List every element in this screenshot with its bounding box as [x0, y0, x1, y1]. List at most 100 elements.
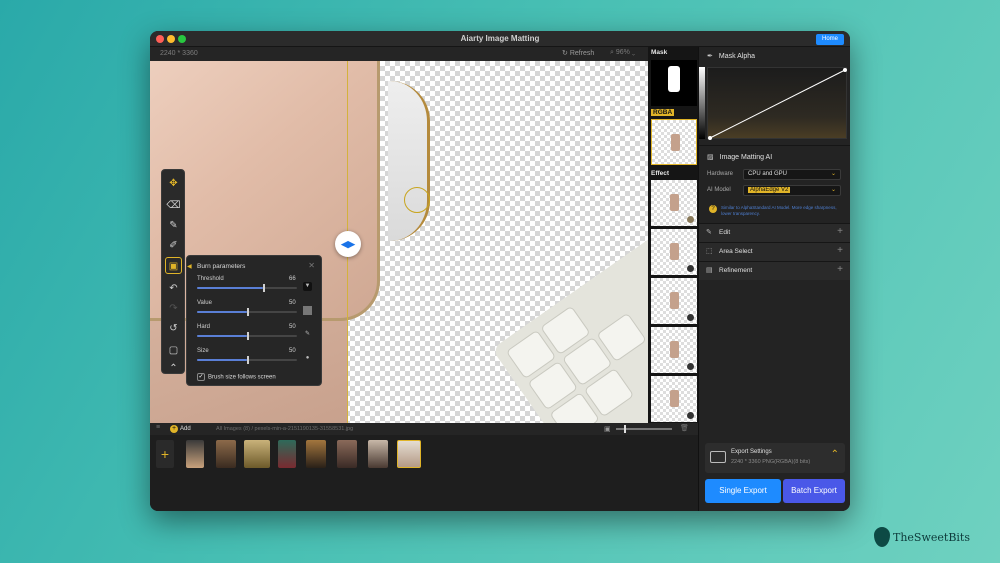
slider-track[interactable]	[197, 308, 297, 316]
chevron-down-icon: ⌄	[830, 187, 836, 193]
redo-icon[interactable]: ↷	[165, 300, 182, 317]
single-export-button[interactable]: Single Export	[705, 479, 781, 503]
undo-icon[interactable]: ↶	[165, 280, 182, 297]
eyedropper-icon[interactable]: ✒	[707, 53, 713, 60]
refresh-label: Refresh	[569, 50, 595, 57]
chevron-down-icon: ⌄	[830, 171, 836, 177]
slider-knob[interactable]	[624, 425, 626, 433]
refresh-icon: ↻	[562, 50, 570, 57]
checkbox-label: Brush size follows screen	[208, 374, 276, 381]
slider-knob[interactable]	[247, 332, 249, 340]
mask-label: Mask	[651, 49, 668, 56]
image-path: All Images (8) / pexels-min-a-2151190135…	[216, 426, 354, 432]
mask-alpha-curve[interactable]	[707, 67, 847, 140]
edit-section[interactable]: ✎ Edit +	[699, 223, 850, 242]
trash-icon[interactable]: 🗑	[680, 424, 689, 432]
brush-cursor	[404, 187, 430, 213]
mask-thumbnail[interactable]	[651, 60, 697, 106]
thumbnail-figure	[670, 194, 679, 211]
slider-track[interactable]	[197, 332, 297, 340]
ai-model-select[interactable]: AlphaEdge V2 ⌄	[743, 185, 841, 196]
plus-icon[interactable]: +	[837, 226, 843, 237]
image-thumbnail[interactable]	[306, 440, 326, 468]
slider-fill	[197, 359, 247, 361]
mask-alpha-label: Mask Alpha	[718, 53, 756, 60]
batch-export-button[interactable]: Batch Export	[783, 479, 845, 503]
image-thumbnail-selected[interactable]	[397, 440, 421, 468]
slider-track[interactable]	[197, 356, 297, 364]
matting-title: Image Matting AI	[719, 154, 773, 161]
effect-thumbnail[interactable]	[651, 229, 697, 275]
ai-model-label: AI Model	[707, 187, 731, 193]
hard-slider[interactable]: Hard 50 ✎	[197, 324, 317, 348]
compare-slider-handle[interactable]: ◀▶	[335, 231, 361, 257]
burn-tool-icon[interactable]: ▣	[165, 257, 182, 274]
image-thumbnail[interactable]	[216, 440, 236, 468]
slider-label: Hard	[197, 324, 211, 330]
paint-icon[interactable]: ✐	[165, 237, 182, 254]
radio-icon	[687, 314, 694, 321]
filmstrip-bar: ≡ + Add All Images (8) / pexels-min-a-215…	[150, 423, 698, 435]
plus-icon[interactable]: +	[837, 264, 843, 275]
chevron-up-icon[interactable]: ⌃	[831, 449, 839, 460]
threshold-toggle-icon[interactable]: ▼	[303, 282, 312, 291]
area-select-section[interactable]: ⬚ Area Select +	[699, 242, 850, 261]
effect-label: Effect	[651, 170, 670, 177]
slider-fill	[197, 335, 247, 337]
add-images-button[interactable]: + Add	[170, 425, 191, 433]
slider-knob[interactable]	[247, 308, 249, 316]
zoom-control[interactable]: ⌕ 96% ⌄	[610, 49, 635, 57]
image-thumbnail[interactable]	[368, 440, 388, 468]
threshold-slider[interactable]: Threshold 66 ▼	[197, 276, 317, 300]
curve-point[interactable]	[843, 68, 847, 72]
fit-screen-icon[interactable]: ▢	[165, 342, 182, 359]
burn-parameters-panel: ◀ Burn parameters ✕ Threshold 66 ▼ Value…	[186, 255, 322, 386]
alpha-curve-graph	[708, 68, 847, 140]
refresh-button[interactable]: ↻ Refresh	[562, 49, 594, 57]
export-settings[interactable]: Export Settings 2240 * 3360 PNG(RGBA)(8 …	[705, 443, 845, 473]
area-select-icon: ⬚	[706, 248, 713, 255]
close-icon[interactable]: ✕	[308, 261, 315, 270]
hardness-icon: ✎	[304, 331, 311, 337]
hardware-value: CPU and GPU	[748, 171, 788, 177]
image-canvas[interactable]: ◀▶ ✥ ⌫ ✎ ✐ ▣ ↶ ↷ ↺ ▢ ⌃ ◀ Burn parameters…	[150, 61, 648, 423]
image-thumbnail[interactable]	[244, 440, 270, 468]
size-slider[interactable]: Size 50 ●	[197, 348, 317, 372]
thumbnail-figure	[670, 341, 679, 358]
brush-size-follows-checkbox[interactable]: ✓ Brush size follows screen	[197, 373, 276, 381]
slider-knob[interactable]	[263, 284, 265, 292]
slider-knob[interactable]	[247, 356, 249, 364]
slider-fill	[197, 311, 247, 313]
export-settings-icon	[710, 451, 726, 463]
filmstrip: +	[150, 435, 698, 511]
image-thumbnail[interactable]	[337, 440, 357, 468]
effect-thumbnail[interactable]	[651, 180, 697, 226]
rgba-thumbnail[interactable]	[651, 119, 697, 165]
image-dimensions: 2240 * 3360	[160, 50, 198, 57]
value-slider[interactable]: Value 50	[197, 300, 317, 324]
thumbnail-size-slider[interactable]	[616, 425, 672, 433]
brush-icon[interactable]: ✎	[165, 217, 182, 234]
menu-icon[interactable]: ≡	[156, 424, 160, 431]
hardware-select[interactable]: CPU and GPU ⌄	[743, 169, 841, 180]
section-label: Edit	[719, 229, 731, 236]
move-tool-icon[interactable]: ✥	[165, 175, 182, 192]
effect-thumbnail[interactable]	[651, 376, 697, 422]
collapse-icon[interactable]: ⌃	[165, 360, 182, 377]
image-thumbnail[interactable]	[186, 440, 204, 468]
effect-thumbnail[interactable]	[651, 327, 697, 373]
thumbnail-figure	[670, 390, 679, 407]
home-button[interactable]: Home	[815, 34, 844, 45]
effect-thumbnail[interactable]	[651, 278, 697, 324]
radio-icon	[687, 265, 694, 272]
eraser-icon[interactable]: ⌫	[165, 197, 182, 214]
slider-track[interactable]	[197, 284, 297, 292]
plus-icon[interactable]: +	[837, 245, 843, 256]
curve-point[interactable]	[708, 136, 712, 140]
reset-icon[interactable]: ↺	[165, 320, 182, 337]
image-thumbnail[interactable]	[278, 440, 296, 468]
brand-logo-icon	[874, 527, 890, 547]
curve-line	[709, 69, 846, 139]
add-image-button[interactable]: +	[156, 440, 174, 468]
refinement-section[interactable]: ▤ Refinement +	[699, 261, 850, 280]
